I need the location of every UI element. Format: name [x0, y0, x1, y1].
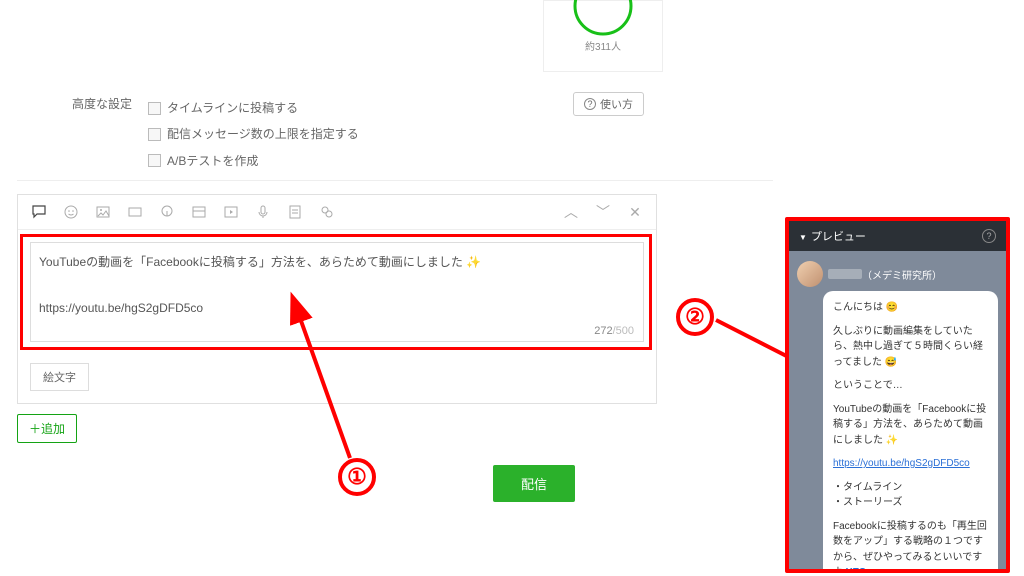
emoji-button[interactable]: 絵文字 — [30, 363, 89, 391]
coupon-icon[interactable] — [126, 203, 144, 221]
annotation-marker-2: ② — [676, 298, 714, 336]
checkbox-timeline[interactable] — [148, 102, 161, 115]
submit-button[interactable]: 配信 — [493, 465, 575, 502]
richmenu-icon[interactable] — [158, 203, 176, 221]
account-name-suffix: （メデミ研究所） — [862, 271, 942, 282]
message-textarea[interactable] — [30, 242, 644, 342]
preview-title: プレビュー — [811, 231, 866, 243]
editor-toolbar: ︿ ﹀ ✕ — [18, 195, 656, 230]
preview-sender: （メデミ研究所） — [797, 261, 998, 287]
pv-line-2: 久しぶりに動画編集をしていたら、熱中し過ぎて５時間くらい経ってました 😅 — [833, 324, 988, 371]
checkbox-abtest[interactable] — [148, 154, 161, 167]
help-icon: ? — [584, 98, 596, 110]
move-up-icon[interactable]: ︿ — [562, 203, 580, 221]
message-editor-panel: ︿ ﹀ ✕ 272/500 絵文字 — [17, 194, 657, 404]
opt-limit: 配信メッセージ数の上限を指定する — [167, 121, 359, 147]
pv-line-4: YouTubeの動画を「Facebookに投稿する」方法を、あらためて動画にしま… — [833, 402, 988, 449]
audience-stat-card: 約311人 — [543, 0, 663, 72]
annotation-marker-1: ① — [338, 458, 376, 496]
checkbox-limit[interactable] — [148, 128, 161, 141]
opt-timeline: タイムラインに投稿する — [167, 95, 298, 121]
preview-panel: ▼ プレビュー ? （メデミ研究所） こんにちは 😊 久しぶりに動画編集をしていた… — [785, 217, 1010, 573]
card-icon[interactable] — [190, 203, 208, 221]
pv-line-1: こんにちは 😊 — [833, 300, 988, 316]
move-down-icon[interactable]: ﹀ — [594, 203, 612, 221]
voice-icon[interactable] — [254, 203, 272, 221]
add-button[interactable]: ＋追加 — [17, 414, 77, 443]
advanced-settings-label: 高度な設定 — [72, 95, 132, 112]
emoji-face-icon[interactable] — [62, 203, 80, 221]
howto-label: 使い方 — [600, 96, 633, 112]
pv-line-6: ・ストーリーズ — [833, 495, 988, 511]
audience-count: 約311人 — [544, 38, 662, 53]
pv-line-7: Facebookに投稿するのも「再生回数をアップ」する戦略の１つですから、ぜひや… — [833, 519, 988, 574]
yes-sticker: YES — [846, 567, 866, 573]
circle-progress-icon — [570, 0, 636, 39]
close-icon[interactable]: ✕ — [626, 203, 644, 221]
divider — [17, 180, 773, 181]
speech-bubble-icon[interactable] — [30, 203, 48, 221]
char-counter: 272/500 — [594, 325, 634, 337]
survey-icon[interactable] — [286, 203, 304, 221]
triangle-down-icon: ▼ — [799, 233, 807, 242]
pv-line-3: ということで… — [833, 378, 988, 394]
howto-button[interactable]: ? 使い方 — [573, 92, 644, 116]
plugin-icon[interactable] — [318, 203, 336, 221]
avatar — [797, 261, 823, 287]
pv-line-5: ・タイムライン — [833, 480, 988, 496]
video-icon[interactable] — [222, 203, 240, 221]
advanced-settings-options: タイムラインに投稿する 配信メッセージ数の上限を指定する A/Bテストを作成 — [148, 95, 359, 174]
image-icon[interactable] — [94, 203, 112, 221]
pv-link[interactable]: https://youtu.be/hgS2gDFD5co — [833, 458, 970, 469]
opt-abtest: A/Bテストを作成 — [167, 148, 258, 174]
preview-message-bubble: こんにちは 😊 久しぶりに動画編集をしていたら、熱中し過ぎて５時間くらい経ってま… — [823, 291, 998, 573]
blurred-username — [828, 269, 862, 279]
preview-header[interactable]: ▼ プレビュー ? — [789, 221, 1006, 251]
preview-help-icon[interactable]: ? — [982, 229, 996, 243]
